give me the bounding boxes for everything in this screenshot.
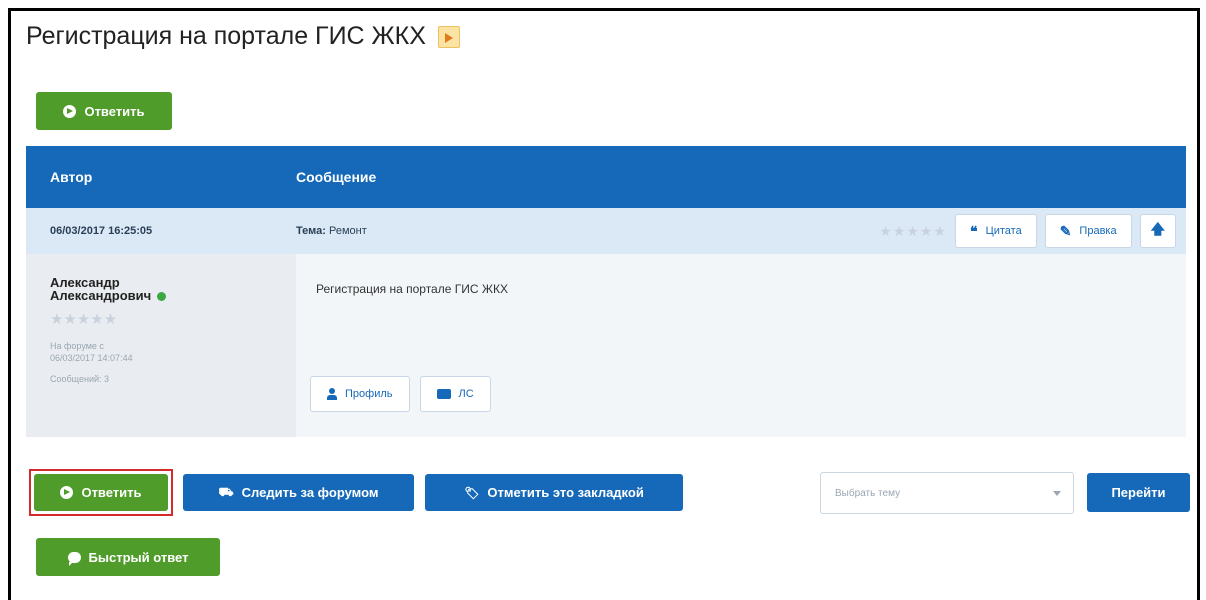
chat-bubble-icon — [67, 551, 81, 566]
follow-label: Следить за форумом — [241, 485, 379, 500]
profile-button[interactable]: Профиль — [310, 376, 410, 412]
message-text: Регистрация на портале ГИС ЖКХ — [316, 282, 508, 296]
reply-button-top[interactable]: Ответить — [36, 92, 172, 130]
title-row: Регистрация на портале ГИС ЖКХ — [26, 22, 460, 51]
edit-button[interactable]: ✎ Правка — [1044, 214, 1132, 248]
author-rating-stars: ★★★★★ — [50, 311, 118, 328]
edit-label: Правка — [1079, 225, 1117, 237]
author-name[interactable]: Александр Александрович — [50, 276, 296, 302]
envelope-icon — [436, 389, 451, 399]
author-messages-count: Сообщений: 3 — [50, 374, 110, 384]
message-cell: Регистрация на портале ГИС ЖКХ Профиль Л… — [296, 254, 1186, 437]
bookmark-label: Отметить это закладкой — [487, 485, 644, 500]
pencil-icon: ✎ — [1059, 222, 1072, 239]
go-button[interactable]: Перейти — [1087, 473, 1190, 512]
post-date: 06/03/2017 16:25:05 — [50, 225, 153, 237]
author-cell: Александр Александрович ★★★★★ На форуме … — [26, 254, 296, 437]
online-status-icon — [157, 292, 167, 302]
private-message-button[interactable]: ЛС — [419, 376, 491, 412]
post-meta-row: 06/03/2017 16:25:05 Тема: Ремонт ★★★★★ ❝… — [26, 208, 1186, 254]
chevron-down-icon — [1053, 491, 1061, 496]
quote-label: Цитата — [985, 225, 1022, 237]
quick-reply-label: Быстрый ответ — [88, 549, 189, 565]
profile-actions: Профиль ЛС — [310, 376, 491, 412]
joined-label: На форуме с — [50, 341, 104, 351]
author-joined: На форуме с 06/03/2017 14:07:44 — [50, 340, 296, 364]
table-header: Автор Сообщение — [26, 146, 1186, 208]
topic-label: Тема: — [296, 225, 326, 237]
quote-icon: ❝ — [970, 222, 978, 239]
arrow-up-icon: 🡅 — [1150, 221, 1165, 237]
profile-label: Профиль — [345, 388, 393, 400]
reply-button-bottom[interactable]: Ответить — [34, 474, 168, 511]
binoculars-icon: ⛟ — [218, 484, 234, 499]
topic-select[interactable]: Выбрать тему — [820, 472, 1074, 514]
rss-feed-icon[interactable] — [437, 25, 460, 48]
reply-label: Ответить — [81, 485, 142, 500]
reply-icon — [63, 104, 77, 118]
pm-label: ЛС — [458, 388, 474, 400]
joined-date: 06/03/2017 14:07:44 — [50, 353, 133, 363]
tag-icon: 🏷 — [464, 485, 480, 500]
reply-icon — [60, 486, 74, 499]
reply-label: Ответить — [84, 103, 145, 119]
topic-value: Ремонт — [328, 225, 367, 237]
post-actions: ★★★★★ ❝ Цитата ✎ Правка 🡅 — [879, 214, 1176, 248]
bookmark-button[interactable]: 🏷 Отметить это закладкой — [425, 474, 683, 511]
post-body-row: Александр Александрович ★★★★★ На форуме … — [26, 254, 1186, 437]
scroll-top-button[interactable]: 🡅 — [1139, 214, 1176, 248]
quote-button[interactable]: ❝ Цитата — [955, 214, 1037, 248]
select-placeholder: Выбрать тему — [835, 487, 901, 499]
post-rating-stars[interactable]: ★★★★★ — [879, 223, 947, 240]
header-author: Автор — [50, 169, 93, 185]
quick-reply-button[interactable]: Быстрый ответ — [36, 538, 220, 576]
posts-table: Автор Сообщение 06/03/2017 16:25:05 Тема… — [26, 146, 1186, 437]
go-label: Перейти — [1111, 485, 1166, 500]
post-topic: Тема: Ремонт — [296, 225, 367, 237]
user-icon — [327, 388, 337, 400]
follow-forum-button[interactable]: ⛟ Следить за форумом — [183, 474, 414, 511]
header-message: Сообщение — [296, 169, 377, 185]
author-name-line2: Александрович — [50, 288, 152, 303]
page-title: Регистрация на портале ГИС ЖКХ — [26, 22, 426, 50]
